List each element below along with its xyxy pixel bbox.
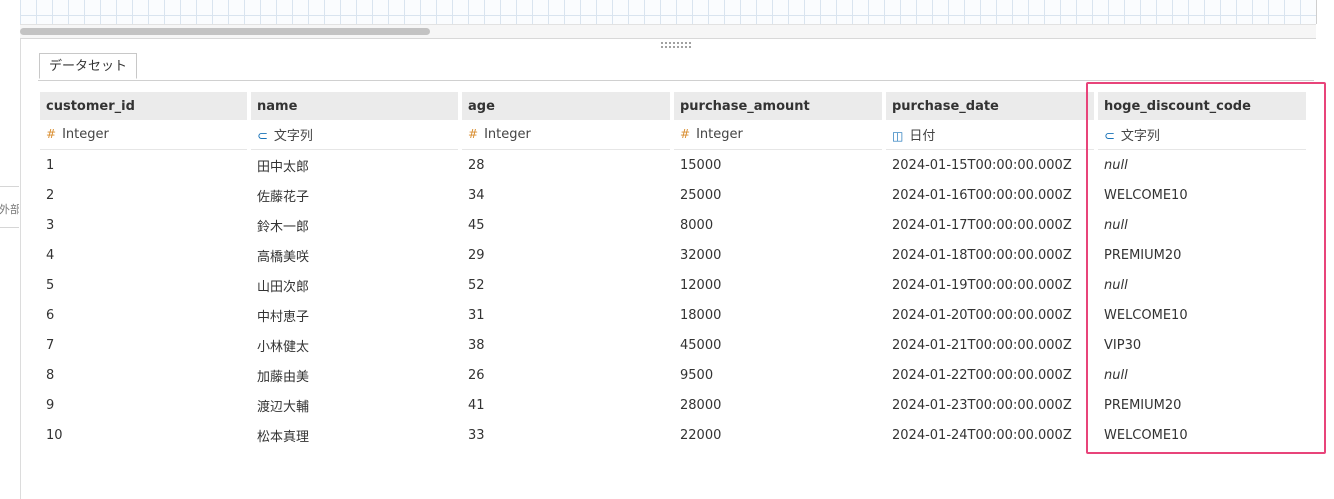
table-cell[interactable]: 渡辺大輔 [251, 390, 458, 420]
table-cell[interactable]: 6 [40, 300, 247, 330]
column-header[interactable]: name [251, 92, 458, 120]
table-cell[interactable]: 2024-01-20T00:00:00.000Z [886, 300, 1094, 330]
table-cell[interactable]: 2024-01-24T00:00:00.000Z [886, 420, 1094, 450]
table-cell[interactable]: 8 [40, 360, 247, 390]
table-cell[interactable]: 15000 [674, 150, 882, 180]
table-cell[interactable]: 山田次郎 [251, 270, 458, 300]
table-cell[interactable]: 41 [462, 390, 670, 420]
table-cell[interactable]: 3 [40, 210, 247, 240]
table-cell[interactable]: 9 [40, 390, 247, 420]
table-cell[interactable]: 29 [462, 240, 670, 270]
calendar-icon: ◫ [892, 129, 904, 143]
table-cell[interactable]: 松本真理 [251, 420, 458, 450]
table-cell[interactable]: 45000 [674, 330, 882, 360]
column-header[interactable]: age [462, 92, 670, 120]
table-cell[interactable]: 加藤由美 [251, 360, 458, 390]
type-label: 文字列 [273, 129, 313, 144]
canvas-grid-area [20, 0, 1317, 24]
table-cell[interactable]: 18000 [674, 300, 882, 330]
table-cell[interactable]: 12000 [674, 270, 882, 300]
column-header[interactable]: purchase_amount [674, 92, 882, 120]
table-cell[interactable]: 高橋美咲 [251, 240, 458, 270]
type-cell: ⊂ 文字列 [251, 120, 458, 150]
table-cell[interactable]: 22000 [674, 420, 882, 450]
table-cell[interactable]: 中村恵子 [251, 300, 458, 330]
table-cell[interactable]: 25000 [674, 180, 882, 210]
table-cell[interactable]: 28 [462, 150, 670, 180]
table-cell[interactable]: 31 [462, 300, 670, 330]
table-cell[interactable]: 32000 [674, 240, 882, 270]
table-cell[interactable]: 7 [40, 330, 247, 360]
table-cell[interactable]: 45 [462, 210, 670, 240]
table-cell[interactable]: 10 [40, 420, 247, 450]
table-cell[interactable]: 田中太郎 [251, 150, 458, 180]
column-highlight-box [1086, 82, 1326, 454]
scrollbar-thumb[interactable] [20, 28, 430, 35]
tag-icon: ⊂ [257, 129, 268, 144]
table-cell[interactable]: 5 [40, 270, 247, 300]
table-cell[interactable]: 小林健太 [251, 330, 458, 360]
type-cell: # Integer [674, 120, 882, 150]
hash-icon: # [46, 127, 57, 141]
table-cell[interactable]: 26 [462, 360, 670, 390]
table-cell[interactable]: 34 [462, 180, 670, 210]
table-cell[interactable]: 52 [462, 270, 670, 300]
panel-resize-handle[interactable] [660, 41, 692, 49]
table-cell[interactable]: 8000 [674, 210, 882, 240]
hash-icon: # [468, 127, 479, 141]
table-cell[interactable]: 2024-01-21T00:00:00.000Z [886, 330, 1094, 360]
hash-icon: # [680, 127, 691, 141]
left-rail: 外部 [0, 0, 21, 499]
table-cell[interactable]: 2024-01-15T00:00:00.000Z [886, 150, 1094, 180]
table-cell[interactable]: 38 [462, 330, 670, 360]
tab-strip: データセット [38, 53, 1314, 81]
column-header[interactable]: customer_id [40, 92, 247, 120]
collapsed-panel-tab[interactable]: 外部 [0, 186, 19, 228]
type-label: Integer [696, 127, 743, 142]
table-cell[interactable]: 2024-01-22T00:00:00.000Z [886, 360, 1094, 390]
table-cell[interactable]: 2024-01-19T00:00:00.000Z [886, 270, 1094, 300]
horizontal-scrollbar[interactable] [20, 24, 1316, 39]
type-cell: ◫ 日付 [886, 120, 1094, 150]
tab-dataset[interactable]: データセット [39, 53, 138, 79]
type-cell: # Integer [40, 120, 247, 150]
type-label: 日付 [909, 129, 936, 144]
table-cell[interactable]: 1 [40, 150, 247, 180]
table-cell[interactable]: 4 [40, 240, 247, 270]
table-cell[interactable]: 佐藤花子 [251, 180, 458, 210]
table-cell[interactable]: 28000 [674, 390, 882, 420]
type-label: Integer [484, 127, 531, 142]
table-cell[interactable]: 2024-01-16T00:00:00.000Z [886, 180, 1094, 210]
table-cell[interactable]: 鈴木一郎 [251, 210, 458, 240]
table-cell[interactable]: 33 [462, 420, 670, 450]
type-label: Integer [62, 127, 109, 142]
table-cell[interactable]: 9500 [674, 360, 882, 390]
table-cell[interactable]: 2024-01-17T00:00:00.000Z [886, 210, 1094, 240]
table-cell[interactable]: 2 [40, 180, 247, 210]
table-cell[interactable]: 2024-01-18T00:00:00.000Z [886, 240, 1094, 270]
type-cell: # Integer [462, 120, 670, 150]
column-header[interactable]: purchase_date [886, 92, 1094, 120]
table-cell[interactable]: 2024-01-23T00:00:00.000Z [886, 390, 1094, 420]
collapsed-panel-label: 外部 [0, 203, 19, 216]
